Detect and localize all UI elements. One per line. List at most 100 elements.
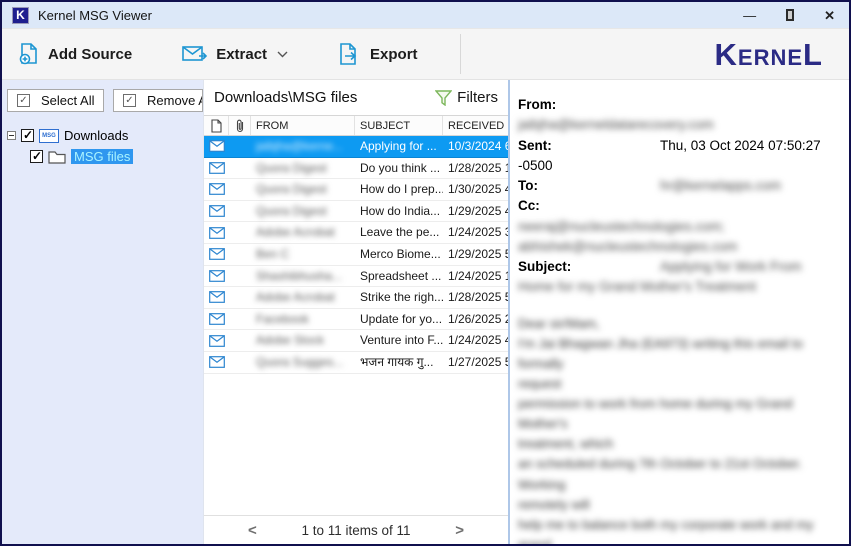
extract-button[interactable]: Extract <box>178 38 292 70</box>
checkbox-icon: ✓ <box>17 94 30 107</box>
select-all-label: Select All <box>41 93 95 108</box>
tree-node-msg-files-label: MSG files <box>71 149 134 164</box>
received-cell: 1/29/2025 5:... <box>448 246 508 261</box>
from-cell: Quora Digest <box>256 160 327 175</box>
maximize-button[interactable] <box>786 9 795 21</box>
msg-files-checkbox[interactable] <box>30 149 43 163</box>
extract-envelope-icon <box>182 44 208 64</box>
mail-row[interactable]: Quora Digest Do you think ... 1/28/2025 … <box>204 158 508 180</box>
mail-preview-panel: From: jaibjha@kerneldatarecovery.com Sent… <box>510 80 849 544</box>
add-source-button[interactable]: Add Source <box>14 36 136 72</box>
attachment-cell <box>229 136 251 157</box>
mail-list-header: Downloads\MSG files Filters <box>204 80 508 115</box>
from-cell: Shashibhusha... <box>256 268 343 283</box>
filter-funnel-icon <box>435 89 453 106</box>
mail-row[interactable]: Adobe Stock Venture into F... 1/24/2025 … <box>204 330 508 352</box>
minimize-button[interactable]: — <box>743 9 756 22</box>
downloads-checkbox[interactable] <box>21 128 34 142</box>
toolbar: Add Source Extract Export KerneL <box>2 28 849 80</box>
collapse-icon[interactable] <box>7 131 16 140</box>
tree-node-downloads[interactable]: MSG Downloads <box>7 125 203 146</box>
export-icon <box>338 42 362 66</box>
received-cell: 1/30/2025 4:... <box>448 182 508 197</box>
previous-page-button[interactable]: < <box>248 522 257 539</box>
subject-cell: Venture into F... <box>360 333 443 348</box>
subject-cell: How do I prep... <box>360 182 443 197</box>
sent-label: Sent: <box>518 137 552 153</box>
mail-row[interactable]: Adobe Acrobat Strike the righ... 1/28/20… <box>204 287 508 309</box>
next-page-button[interactable]: > <box>455 522 464 539</box>
received-cell: 1/24/2025 4:... <box>448 333 508 348</box>
mail-row[interactable]: Quora Digest How do India... 1/29/2025 4… <box>204 201 508 223</box>
attachment-cell <box>229 287 251 308</box>
mail-rows: jaibjha@kerne... Applying for ... 10/3/2… <box>204 136 508 374</box>
msg-store-icon: MSG <box>39 128 59 143</box>
from-cell: Adobe Acrobat <box>256 225 335 240</box>
received-cell: 1/24/2025 3:... <box>448 225 508 240</box>
subject-cell: Merco Biome... <box>360 246 441 261</box>
attachment-column-icon[interactable] <box>229 116 251 135</box>
window-controls: — ✕ <box>743 9 839 22</box>
mail-row[interactable]: Quora Digest How do I prep... 1/30/2025 … <box>204 179 508 201</box>
subject-cell: Applying for ... <box>360 139 437 153</box>
attachment-cell <box>229 222 251 243</box>
item-type-column-icon[interactable] <box>204 116 229 135</box>
close-button[interactable]: ✕ <box>824 9 835 22</box>
remove-all-label: Remove All <box>147 93 202 108</box>
received-cell: 1/26/2025 2:... <box>448 311 508 326</box>
tree-actions: ✓ Select All ✓ Remove All <box>7 89 203 112</box>
envelope-icon <box>204 179 229 200</box>
tree-node-downloads-label: Downloads <box>64 128 129 143</box>
received-cell: 10/3/2024 6:... <box>448 139 508 153</box>
source-tree-panel: ✓ Select All ✓ Remove All MSG Downloads <box>2 80 203 544</box>
envelope-icon <box>204 136 229 157</box>
envelope-icon <box>204 309 229 330</box>
from-value: jaibjha@kerneldatarecovery.com <box>518 117 714 133</box>
attachment-cell <box>229 158 251 179</box>
received-column-header[interactable]: RECEIVED <box>443 116 508 135</box>
content-area: ✓ Select All ✓ Remove All MSG Downloads <box>2 80 849 544</box>
mail-row[interactable]: Adobe Acrobat Leave the pe... 1/24/2025 … <box>204 222 508 244</box>
mail-row[interactable]: Ben C Merco Biome... 1/29/2025 5:... <box>204 244 508 266</box>
cc-label: Cc: <box>518 198 540 214</box>
folder-tree: MSG Downloads MSG files <box>7 125 203 167</box>
attachment-cell <box>229 330 251 351</box>
export-label: Export <box>370 45 418 63</box>
mail-row[interactable]: Shashibhusha... Spreadsheet ... 1/24/202… <box>204 266 508 288</box>
received-cell: 1/24/2025 1:... <box>448 268 508 283</box>
from-label: From: <box>518 97 557 112</box>
select-all-button[interactable]: ✓ Select All <box>7 89 104 112</box>
tree-node-msg-files[interactable]: MSG files <box>7 146 203 167</box>
subject-cell: भजन गायक गु... <box>360 354 434 369</box>
export-button[interactable]: Export <box>334 36 422 72</box>
subject-label: Subject: <box>518 259 572 274</box>
mail-row[interactable]: Facebook Update for yo... 1/26/2025 2:..… <box>204 309 508 331</box>
chevron-down-icon <box>277 51 288 58</box>
pagination-bar: < 1 to 11 items of 11 > <box>204 515 508 544</box>
preview-to-field: To: hr@kernelapps.com <box>518 176 839 196</box>
subject-column-header[interactable]: SUBJECT <box>355 116 443 135</box>
mail-table-header: FROM SUBJECT RECEIVED <box>204 115 508 136</box>
mail-row[interactable]: Quora Sugges... भजन गायक गु... 1/27/2025… <box>204 352 508 374</box>
preview-sent-field: Sent: Thu, 03 Oct 2024 07:50:27 -0500 <box>518 136 839 177</box>
mail-list-panel: Downloads\MSG files Filters FROM SUBJECT… <box>203 80 510 544</box>
add-source-label: Add Source <box>48 45 133 63</box>
from-cell: jaibjha@kerne... <box>256 139 343 153</box>
attachment-cell <box>229 266 251 287</box>
from-cell: Adobe Stock <box>256 333 325 348</box>
envelope-icon <box>204 330 229 351</box>
pagination-status: 1 to 11 items of 11 <box>301 522 411 538</box>
remove-all-button[interactable]: ✓ Remove All <box>113 89 203 112</box>
filters-button[interactable]: Filters <box>435 89 498 106</box>
checkbox-icon: ✓ <box>123 94 136 107</box>
from-column-header[interactable]: FROM <box>251 116 355 135</box>
to-label: To: <box>518 178 538 193</box>
mail-row[interactable]: jaibjha@kerne... Applying for ... 10/3/2… <box>204 136 508 158</box>
from-cell: Facebook <box>256 311 309 326</box>
subject-cell: How do India... <box>360 203 441 218</box>
envelope-icon <box>204 244 229 265</box>
subject-cell: Strike the righ... <box>360 290 443 305</box>
list-empty-area <box>204 374 508 515</box>
cc-value: neeraj@nucleustechnologies.com; abhishek… <box>518 218 738 254</box>
subject-cell: Leave the pe... <box>360 225 440 240</box>
